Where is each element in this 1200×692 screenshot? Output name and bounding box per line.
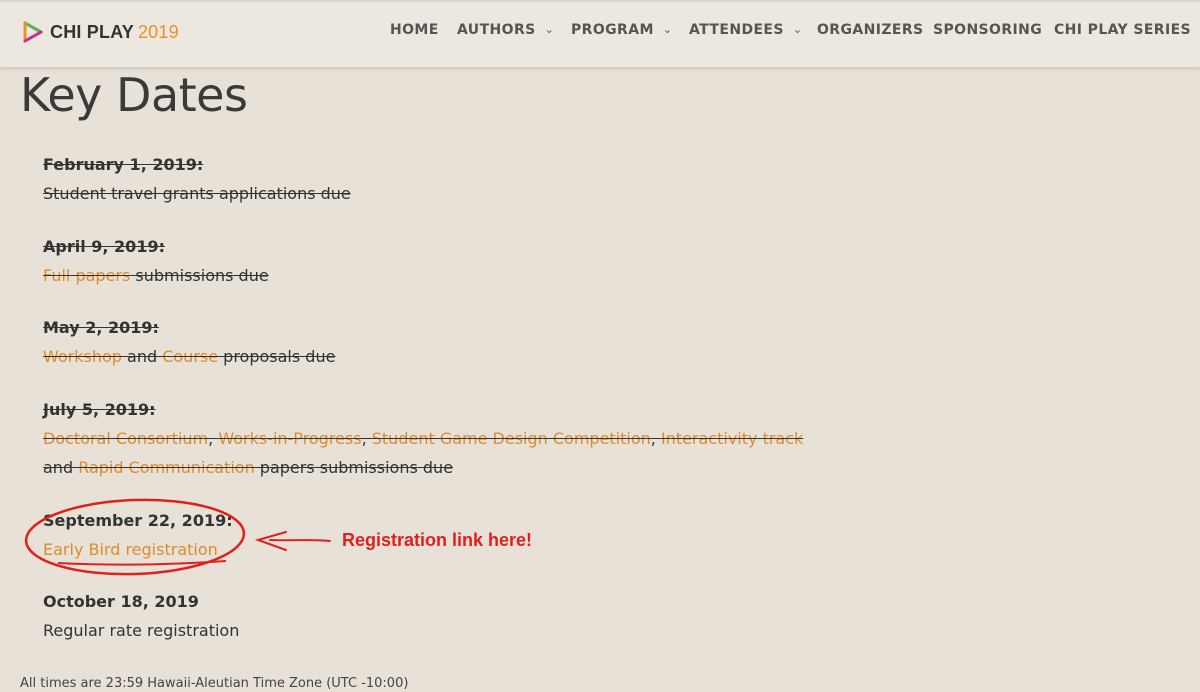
nav-home[interactable]: HOME bbox=[390, 22, 439, 38]
nav-organizers[interactable]: ORGANIZERS bbox=[817, 22, 924, 38]
date-entry: July 5, 2019: Doctoral Consortium, Works… bbox=[43, 395, 803, 482]
date-entry: April 9, 2019: Full papers submissions d… bbox=[43, 232, 269, 290]
nav-chi-play-series[interactable]: CHI PLAY SERIES⌄ bbox=[1054, 22, 1200, 38]
works-in-progress-link[interactable]: Works-in-Progress bbox=[218, 429, 361, 448]
entry-date: February 1, 2019: bbox=[43, 155, 204, 174]
nav-attendees-label: ATTENDEES bbox=[689, 22, 784, 38]
date-entry: September 22, 2019: Early Bird registrat… bbox=[43, 506, 233, 564]
entry-description: Student travel grants applications due bbox=[43, 184, 351, 203]
entry-text: submissions due bbox=[130, 266, 269, 285]
nav-home-label: HOME bbox=[390, 22, 439, 38]
entry-date: April 9, 2019: bbox=[43, 237, 165, 256]
workshop-link[interactable]: Workshop bbox=[43, 347, 122, 366]
entry-text: proposals due bbox=[218, 347, 336, 366]
early-bird-registration-link[interactable]: Early Bird registration bbox=[43, 540, 218, 559]
separator: , bbox=[361, 429, 372, 448]
entry-text: and bbox=[43, 458, 79, 477]
rapid-communication-link[interactable]: Rapid Communication bbox=[78, 458, 255, 477]
page-title: Key Dates bbox=[20, 68, 248, 122]
arrow-icon bbox=[254, 531, 331, 551]
entry-description-line2: and Rapid Communication papers submissio… bbox=[43, 453, 803, 482]
course-link[interactable]: Course bbox=[162, 347, 218, 366]
entry-date: May 2, 2019: bbox=[43, 318, 159, 337]
entry-description: Doctoral Consortium, Works-in-Progress, … bbox=[43, 424, 803, 453]
logo-name: CHI PLAY bbox=[50, 21, 134, 42]
doctoral-consortium-link[interactable]: Doctoral Consortium bbox=[43, 429, 208, 448]
nav-program-label: PROGRAM bbox=[571, 22, 654, 38]
nav-program[interactable]: PROGRAM ⌄ bbox=[571, 22, 672, 38]
entry-text: and bbox=[121, 347, 163, 366]
nav-sponsoring[interactable]: SPONSORING bbox=[933, 22, 1042, 38]
separator: , bbox=[650, 429, 661, 448]
entry-text: papers submissions due bbox=[254, 458, 454, 477]
entry-description: Early Bird registration bbox=[43, 535, 233, 564]
nav-authors-label: AUTHORS bbox=[457, 22, 536, 38]
nav-chi-play-series-label: CHI PLAY SERIES bbox=[1054, 22, 1192, 38]
annotation-text: Registration link here! bbox=[342, 530, 533, 550]
timezone-note: All times are 23:59 Hawaii-Aleutian Time… bbox=[20, 676, 409, 691]
site-header: CHI PLAY 2019 HOME AUTHORS ⌄ PROGRAM ⌄ ATTE… bbox=[0, 0, 1200, 67]
logo-year: 2019 bbox=[137, 21, 179, 42]
chevron-down-icon: ⌄ bbox=[792, 23, 803, 36]
separator: , bbox=[208, 429, 219, 448]
student-game-design-link[interactable]: Student Game Design Competition bbox=[372, 429, 651, 448]
interactivity-track-link[interactable]: Interactivity track bbox=[661, 429, 803, 448]
site-logo[interactable]: CHI PLAY 2019 bbox=[22, 21, 179, 43]
full-papers-link[interactable]: Full papers bbox=[43, 266, 130, 285]
nav-organizers-label: ORGANIZERS bbox=[817, 22, 924, 38]
date-entry: May 2, 2019: Workshop and Course proposa… bbox=[43, 313, 335, 371]
date-entry: February 1, 2019: Student travel grants … bbox=[43, 150, 351, 208]
nav-authors[interactable]: AUTHORS ⌄ bbox=[457, 22, 554, 38]
entry-date: July 5, 2019: bbox=[43, 400, 156, 419]
nav-sponsoring-label: SPONSORING bbox=[933, 22, 1043, 38]
chevron-down-icon: ⌄ bbox=[662, 23, 673, 36]
entry-description: Workshop and Course proposals due bbox=[43, 342, 335, 371]
date-entry: October 18, 2019 Regular rate registrati… bbox=[43, 587, 239, 645]
entry-description: Regular rate registration bbox=[43, 621, 240, 640]
chevron-down-icon: ⌄ bbox=[544, 23, 555, 36]
entry-date: October 18, 2019 bbox=[43, 592, 199, 611]
chiplay-logo-icon bbox=[23, 21, 43, 43]
entry-description: Full papers submissions due bbox=[43, 261, 269, 290]
entry-date: September 22, 2019: bbox=[43, 511, 233, 530]
nav-attendees[interactable]: ATTENDEES ⌄ bbox=[689, 22, 803, 38]
